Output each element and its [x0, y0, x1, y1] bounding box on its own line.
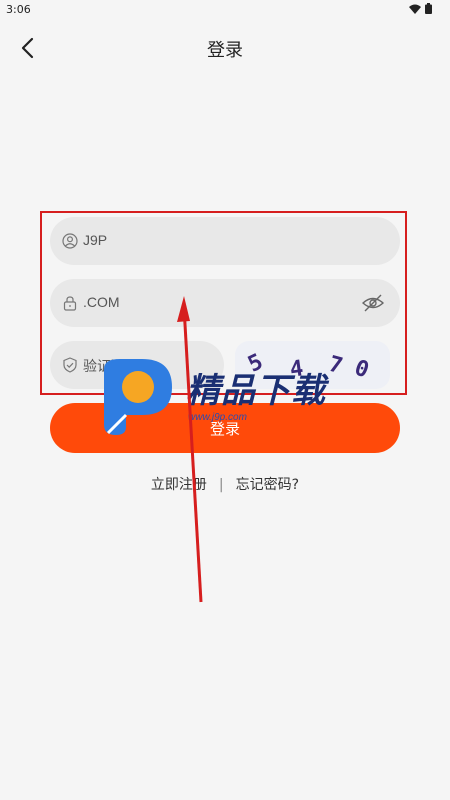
links-row: 立即注册 | 忘记密码?	[0, 474, 450, 494]
page-title: 登录	[207, 40, 243, 61]
eye-off-icon[interactable]	[362, 293, 384, 313]
battery-icon	[425, 3, 432, 14]
captcha-image[interactable]: 5 4 7 0	[235, 341, 390, 389]
status-icons	[409, 3, 432, 14]
captcha-digit: 5	[244, 349, 267, 378]
status-bar: 3:06	[0, 0, 450, 20]
wifi-icon	[409, 4, 421, 14]
password-value: .COM	[83, 294, 120, 310]
username-value: J9P	[83, 232, 108, 248]
annotation-arrow	[177, 296, 203, 603]
captcha-digit: 4	[288, 356, 305, 383]
captcha-digit: 7	[325, 351, 346, 380]
register-link[interactable]: 立即注册	[151, 477, 207, 493]
captcha-digit: 0	[351, 355, 373, 384]
password-field[interactable]: .COM	[50, 279, 400, 327]
links-separator: |	[218, 477, 224, 493]
app-bar: 登录	[0, 28, 450, 68]
login-button[interactable]: 登录	[50, 403, 400, 453]
status-time: 3:06	[6, 3, 31, 16]
username-field[interactable]: J9P	[50, 217, 400, 265]
forgot-password-link[interactable]: 忘记密码?	[236, 477, 299, 493]
captcha-field[interactable]: 验证码	[50, 341, 224, 389]
lock-icon	[63, 296, 77, 311]
user-icon	[62, 233, 78, 249]
shield-icon	[63, 357, 77, 373]
captcha-placeholder: 验证码	[83, 358, 125, 374]
